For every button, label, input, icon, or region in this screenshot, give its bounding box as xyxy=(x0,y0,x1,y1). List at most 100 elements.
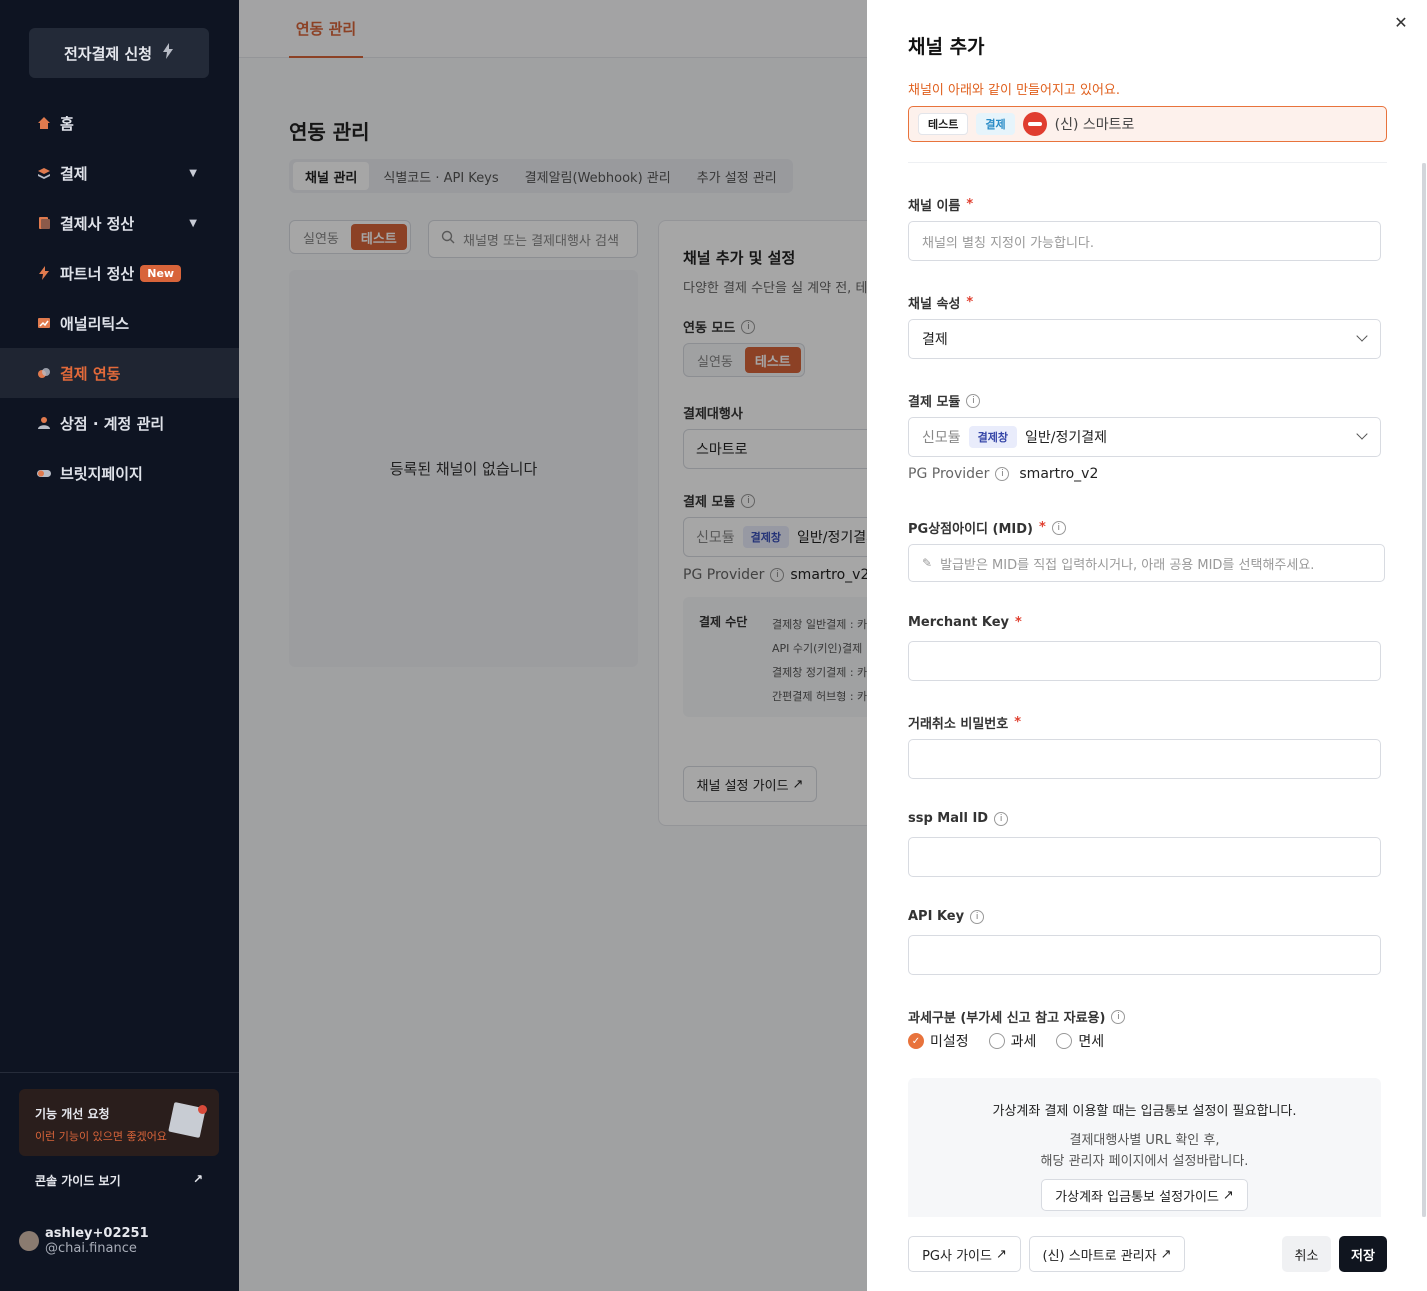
ssp-mall-id-label-text: ssp Mall ID xyxy=(908,811,989,826)
check-icon: ✓ xyxy=(908,1033,924,1049)
pg-provider-row: PG Provider i smartro_v2 xyxy=(908,466,1098,482)
api-key-label: API Key i xyxy=(908,909,985,924)
api-key-input[interactable] xyxy=(908,935,1381,975)
va-main-text: 가상계좌 결제 이용할 때는 입금통보 설정이 필요합니다. xyxy=(992,1104,1297,1119)
home-icon xyxy=(36,115,52,131)
document-icon xyxy=(36,215,52,231)
cancel-button[interactable]: 취소 xyxy=(1282,1236,1331,1272)
sidebar-item-label: 결제사 정산 xyxy=(60,214,135,233)
tax-label-text: 과세구분 (부가세 신고 참고 자료용) xyxy=(908,1011,1106,1026)
cancel-password-label-text: 거래취소 비밀번호 xyxy=(908,717,1009,732)
required-mark: * xyxy=(1015,615,1022,630)
sidebar-item-payment[interactable]: 결제 ▼ xyxy=(0,148,239,198)
channel-attr-value: 결제 xyxy=(922,332,948,348)
sidebar-item-analytics[interactable]: 애널리틱스 xyxy=(0,298,239,348)
preview-pg-name: (신) 스마트로 xyxy=(1054,117,1135,133)
user-name: ashley+02251 xyxy=(45,1226,149,1241)
chevron-down-icon: ▼ xyxy=(189,167,197,179)
tax-label: 과세구분 (부가세 신고 참고 자료용) i xyxy=(908,1007,1126,1026)
pg-admin-label: (신) 스마트로 관리자 xyxy=(1042,1248,1157,1264)
sidebar-item-label: 애널리틱스 xyxy=(60,314,130,333)
virtual-account-notice: 가상계좌 결제 이용할 때는 입금통보 설정이 필요합니다. 결제대행사별 UR… xyxy=(908,1078,1381,1217)
user-profile[interactable]: ashley+02251 @chai.finance xyxy=(19,1226,149,1256)
module-field-label-text: 결제 모듈 xyxy=(908,395,961,410)
external-link-icon: ↗ xyxy=(1160,1246,1172,1262)
preview-mode-chip: 테스트 xyxy=(918,113,969,135)
new-badge: New xyxy=(140,264,182,282)
sidebar-item-label: 파트너 정산 xyxy=(60,264,135,283)
drawer-notice: 채널이 아래와 같이 만들어지고 있어요. xyxy=(908,83,1121,98)
cancel-password-input[interactable] xyxy=(908,739,1381,779)
sidebar: 전자결제 신청 홈 결제 ▼ 결제사 정산 ▼ 파트너 정산 New 애널리틱스 xyxy=(0,0,239,1291)
module-field-tag: 결제창 xyxy=(968,426,1018,448)
ssp-mall-id-label: ssp Mall ID i xyxy=(908,811,1009,826)
sidebar-item-store-account[interactable]: 상점 · 계정 관리 xyxy=(0,398,239,448)
va-guide-label: 가상계좌 입금통보 설정가이드 xyxy=(1055,1189,1219,1205)
pencil-icon: ✎ xyxy=(922,556,933,570)
cancel-password-label: 거래취소 비밀번호 * xyxy=(908,713,1021,732)
feedback-card[interactable]: 기능 개선 요청 이런 기능이 있으면 좋겠어요 xyxy=(19,1089,219,1156)
chevron-down-icon xyxy=(1356,330,1368,342)
sidebar-item-label: 결제 xyxy=(60,164,88,183)
radio-circle-icon xyxy=(988,1033,1005,1049)
info-icon: i xyxy=(1051,520,1066,535)
required-mark: * xyxy=(1014,715,1022,730)
sidebar-item-label: 상점 · 계정 관리 xyxy=(60,414,165,433)
external-link-icon: ↗ xyxy=(1222,1187,1234,1203)
channel-preview: 테스트 결제 (신) 스마트로 xyxy=(908,106,1387,142)
required-mark: * xyxy=(966,295,974,310)
va-sub-text-1: 결제대행사별 URL 확인 후, xyxy=(1069,1133,1220,1148)
external-link-icon: ↗ xyxy=(995,1246,1007,1262)
api-key-label-text: API Key xyxy=(908,909,965,924)
pg-admin-button[interactable]: (신) 스마트로 관리자 ↗ xyxy=(1029,1236,1185,1272)
module-field-value: 일반/정기결제 xyxy=(1025,430,1108,446)
drawer-scrollbar[interactable] xyxy=(1422,163,1426,1217)
mid-input[interactable]: ✎ 발급받은 MID를 직접 입력하시거나, 아래 공용 MID를 선택해주세요… xyxy=(908,544,1385,582)
users-icon xyxy=(36,415,52,431)
console-guide-link[interactable]: 콘솔 가이드 보기 ↗ xyxy=(35,1172,203,1189)
required-mark: * xyxy=(966,197,974,212)
info-icon: i xyxy=(970,909,985,924)
sidebar-divider xyxy=(0,1072,239,1073)
close-icon[interactable]: ✕ xyxy=(1391,12,1411,32)
channel-name-input[interactable]: 채널의 별칭 지정이 가능합니다. xyxy=(908,221,1381,261)
sidebar-nav: 홈 결제 ▼ 결제사 정산 ▼ 파트너 정산 New 애널리틱스 결제 연동 상… xyxy=(0,98,239,498)
drawer-form: 채널 이름 * 채널의 별칭 지정이 가능합니다. 채널 속성 * 결제 결제 모듈… xyxy=(867,163,1427,1217)
tax-radio-taxable[interactable]: 과세 xyxy=(988,1031,1037,1051)
pg-guide-button[interactable]: PG사 가이드 ↗ xyxy=(908,1236,1021,1272)
apply-payment-button[interactable]: 전자결제 신청 xyxy=(29,28,209,78)
tax-option-label: 과세 xyxy=(1010,1034,1037,1050)
info-icon: i xyxy=(995,467,1010,481)
console-guide-label: 콘솔 가이드 보기 xyxy=(35,1174,121,1188)
channel-attr-select[interactable]: 결제 xyxy=(908,319,1381,359)
tax-radio-unset[interactable]: ✓ 미설정 xyxy=(908,1031,969,1051)
scrollbar-thumb[interactable] xyxy=(1422,163,1426,1217)
sidebar-item-settlement[interactable]: 결제사 정산 ▼ xyxy=(0,198,239,248)
module-field-select[interactable]: 신모듈 결제창 일반/정기결제 xyxy=(908,417,1381,457)
ssp-mall-id-input[interactable] xyxy=(908,837,1381,877)
channel-attr-label: 채널 속성 * xyxy=(908,293,973,312)
preview-type-chip: 결제 xyxy=(976,113,1015,135)
pg-provider-value: smartro_v2 xyxy=(1019,466,1099,482)
tax-radio-exempt[interactable]: 면세 xyxy=(1056,1031,1104,1051)
radio-circle-icon xyxy=(1056,1033,1073,1049)
add-channel-drawer: ✕ 채널 추가 채널이 아래와 같이 만들어지고 있어요. 테스트 결제 (신)… xyxy=(867,0,1427,1291)
required-mark: * xyxy=(1038,520,1046,535)
info-icon: i xyxy=(966,393,981,408)
channel-name-label: 채널 이름 * xyxy=(908,195,973,214)
layers-icon xyxy=(36,165,52,181)
sidebar-item-bridge-page[interactable]: 브릿지페이지 xyxy=(0,448,239,498)
sidebar-item-payment-integration[interactable]: 결제 연동 xyxy=(0,348,239,398)
chart-icon xyxy=(36,315,52,331)
sidebar-item-partner-settlement[interactable]: 파트너 정산 New xyxy=(0,248,239,298)
info-icon: i xyxy=(1111,1009,1126,1024)
va-guide-button[interactable]: 가상계좌 입금통보 설정가이드 ↗ xyxy=(1041,1179,1248,1211)
avatar xyxy=(19,1231,39,1251)
merchant-key-input[interactable] xyxy=(908,641,1381,681)
external-link-icon: ↗ xyxy=(192,1172,203,1186)
chevron-down-icon xyxy=(1356,428,1368,440)
pin-icon xyxy=(198,1105,207,1114)
sidebar-item-home[interactable]: 홈 xyxy=(0,98,239,148)
save-button[interactable]: 저장 xyxy=(1339,1236,1387,1272)
bolt-icon xyxy=(36,265,52,281)
